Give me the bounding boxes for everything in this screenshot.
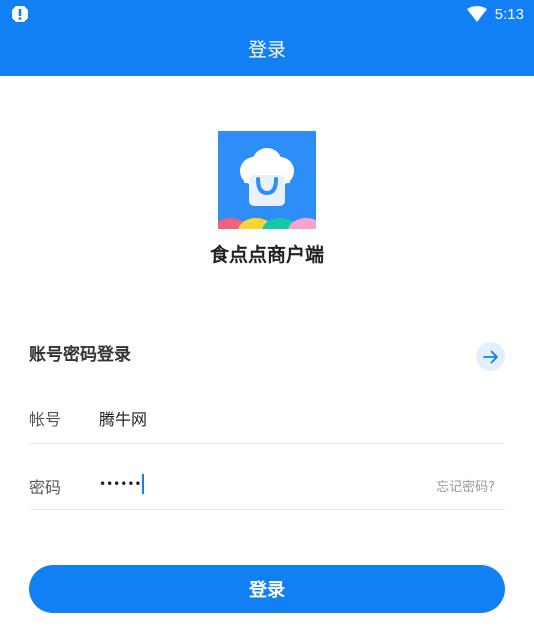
wifi-icon: [466, 6, 487, 22]
login-method-title: 账号密码登录: [29, 345, 131, 365]
password-label: 密码: [29, 478, 62, 497]
status-time: 5:13: [494, 5, 524, 23]
chef-hat-icon: [218, 131, 316, 229]
alert-icon: [12, 6, 28, 22]
arrow-right-icon: [482, 350, 498, 363]
password-input[interactable]: ••••••: [99, 474, 145, 494]
switch-login-method-button[interactable]: [476, 342, 505, 371]
password-masked-value: ••••••: [99, 477, 142, 491]
login-button[interactable]: 登录: [29, 565, 505, 613]
account-input[interactable]: 腾牛网: [99, 406, 147, 430]
app-bar: 5:13 登录: [0, 0, 534, 76]
app-logo: [218, 131, 316, 229]
app-name: 食点点商户端: [209, 244, 324, 266]
text-caret: [142, 474, 145, 494]
account-label: 帐号: [29, 410, 62, 429]
page-title: 登录: [247, 39, 286, 61]
password-row: 密码 •••••• 忘记密码?: [29, 443, 505, 510]
account-row: 帐号 腾牛网: [29, 377, 505, 444]
forgot-password-link[interactable]: 忘记密码?: [436, 476, 495, 495]
status-bar-right: 5:13: [466, 3, 524, 25]
